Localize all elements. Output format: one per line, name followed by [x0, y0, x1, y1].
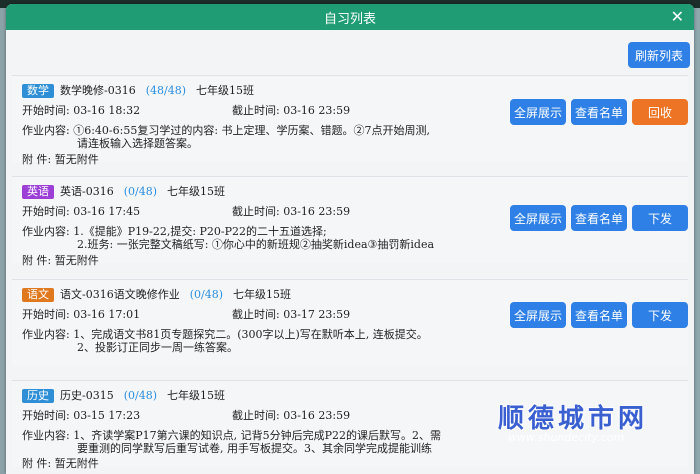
view-list-button[interactable]: 查看名单	[571, 205, 627, 231]
assignment-name: 数学晚修-0316	[60, 84, 136, 97]
subject-tag: 数学	[22, 84, 54, 98]
content-line: 2、投影订正同步一周一练答案。	[77, 341, 238, 354]
distribute-button[interactable]: 下发	[632, 205, 688, 231]
assignment-name: 语文-0316语文晚修作业	[60, 288, 180, 301]
view-list-button[interactable]: 查看名单	[571, 302, 627, 328]
assignment-card: 英语 英语-0316 (0/48) 七年级15班 开始时间: 03-16 17:45 截…	[12, 176, 688, 267]
self-study-window: 自习列表 ✕ 刷新列表 数学 数学晚修-0316 (48/48) 七年级15班 开始时…	[6, 4, 694, 474]
fullscreen-button[interactable]: 全屏展示	[510, 99, 566, 125]
close-icon[interactable]: ✕	[671, 7, 684, 27]
subject-tag: 语文	[22, 288, 54, 302]
window-title: 自习列表	[323, 11, 376, 27]
class-name: 七年级15班	[167, 389, 226, 402]
start-time: 开始时间: 03-15 17:23	[22, 409, 141, 422]
subject-tag: 历史	[22, 389, 54, 403]
submission-count: (48/48)	[145, 84, 187, 97]
submission-count: (0/48)	[123, 185, 158, 198]
assignment-name: 历史-0315	[60, 389, 114, 402]
title-bar: 自习列表 ✕	[6, 4, 694, 30]
content-line: 请连板输入选择题答案。	[77, 137, 198, 150]
assignment-card: 历史 历史-0315 (0/48) 七年级15班 开始时间: 03-15 17:23 截…	[12, 380, 688, 470]
class-name: 七年级15班	[167, 185, 226, 198]
distribute-button[interactable]: 下发	[632, 302, 688, 328]
recall-button[interactable]: 回收	[632, 99, 688, 125]
attachment-info: 附 件: 暂无附件	[22, 153, 99, 166]
submission-count: (0/48)	[123, 389, 158, 402]
content-line: 2.班务: 一张完整文稿纸写: ①你心中的新班规②抽奖新idea③抽罚新idea	[77, 238, 435, 251]
end-time: 截止时间: 03-16 23:59	[232, 104, 351, 117]
start-time: 开始时间: 03-16 18:32	[22, 104, 141, 117]
assignment-name: 英语-0316	[60, 185, 114, 198]
class-name: 七年级15班	[196, 84, 255, 97]
start-time: 开始时间: 03-16 17:01	[22, 308, 141, 321]
assignment-card: 数学 数学晚修-0316 (48/48) 七年级15班 开始时间: 03-16 18:…	[12, 75, 688, 166]
attachment-info: 附 件: 暂无附件	[22, 254, 99, 267]
class-name: 七年级15班	[233, 288, 292, 301]
assignment-card: 语文 语文-0316语文晚修作业 (0/48) 七年级15班 开始时间: 03-16 …	[12, 279, 688, 366]
content-line: 要重测的同学默写后重写试卷, 用手写板提交。3、其余同学完成提能训练	[77, 442, 432, 455]
start-time: 开始时间: 03-16 17:45	[22, 205, 141, 218]
end-time: 截止时间: 03-16 23:59	[232, 205, 351, 218]
end-time: 截止时间: 03-16 23:59	[232, 409, 351, 422]
submission-count: (0/48)	[189, 288, 224, 301]
fullscreen-button[interactable]: 全屏展示	[510, 205, 566, 231]
view-list-button[interactable]: 查看名单	[571, 99, 627, 125]
fullscreen-button[interactable]: 全屏展示	[510, 302, 566, 328]
refresh-list-button[interactable]: 刷新列表	[628, 42, 690, 68]
subject-tag: 英语	[22, 185, 54, 199]
end-time: 截止时间: 03-17 23:59	[232, 308, 351, 321]
